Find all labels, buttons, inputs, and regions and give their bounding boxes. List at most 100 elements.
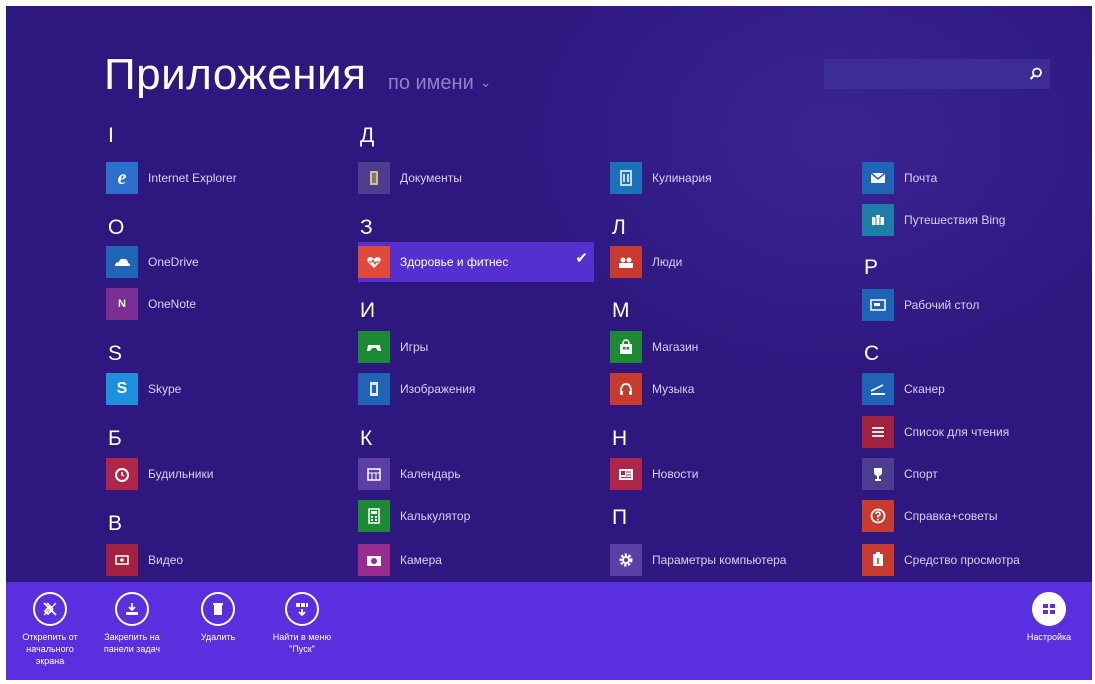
unpin-from-start-button[interactable]: Открепить от начального экрана [14,592,86,667]
group-letter[interactable]: Р [864,256,878,280]
health-fitness-icon [358,246,390,278]
photos-icon [358,373,390,405]
app-item[interactable]: Рабочий стол [862,285,1092,325]
reader-icon [862,544,894,576]
app-item[interactable]: Камера [358,540,594,580]
sort-by-dropdown[interactable]: по имени ⌄ [388,72,492,95]
group-letter[interactable]: З [360,216,373,240]
apps-screen: Приложения по имени ⌄ Ie Internet Explorer… [6,6,1092,680]
travel-icon [862,204,894,236]
pin-to-taskbar-label: Закрепить на панели задач [103,632,161,654]
group-letter[interactable]: S [108,342,122,366]
find-in-start-icon [285,592,319,626]
app-item[interactable]: Изображения [358,369,594,409]
settings-gear-icon [610,544,642,576]
uninstall-button[interactable]: Удалить [188,592,248,643]
sport-trophy-icon [862,458,894,490]
calendar-icon [358,458,390,490]
app-item[interactable]: Игры [358,327,594,367]
app-item[interactable]: S Skype [106,369,342,409]
unpin-icon [33,592,67,626]
app-item[interactable]: Новости [610,454,846,494]
search-input[interactable] [824,59,1030,89]
pin-to-taskbar-button[interactable]: Закрепить на панели задач [96,592,168,655]
app-item[interactable]: Список для чтения [862,412,1092,452]
app-item[interactable]: Почта [862,158,1092,198]
app-item[interactable]: Калькулятор [358,496,594,536]
app-item[interactable]: Путешествия Bing [862,200,1092,240]
app-name: Документы [400,171,462,185]
app-name: Изображения [400,382,476,396]
app-name: Список для чтения [904,425,1010,439]
app-name: Игры [400,340,429,354]
group-letter[interactable]: С [864,342,879,366]
app-item[interactable]: Спорт [862,454,1092,494]
app-name: OneNote [148,297,197,311]
group-letter[interactable]: М [612,299,630,323]
app-name: Рабочий стол [904,298,980,312]
app-name: Люди [652,255,683,269]
app-item[interactable]: Магазин [610,327,846,367]
app-item[interactable]: Сканер [862,369,1092,409]
find-in-start-button[interactable]: Найти в меню "Пуск" [262,592,342,655]
customize-icon [1032,592,1066,626]
video-icon [106,544,138,576]
trash-icon [201,592,235,626]
app-name: Средство просмотра [904,553,1020,567]
app-item[interactable]: Параметры компьютера [610,540,846,580]
calculator-icon [358,500,390,532]
group-letter[interactable]: В [108,512,122,536]
search-box[interactable] [824,59,1050,89]
app-item[interactable]: Здоровье и фитнес ✔ [358,242,594,282]
app-item[interactable]: Средство просмотра [862,540,1092,580]
search-icon[interactable] [1026,64,1046,84]
group-letter[interactable]: Б [108,427,122,451]
app-item[interactable]: Будильники [106,454,342,494]
app-item[interactable]: Музыка [610,369,846,409]
checkmark-icon: ✔ [575,250,588,267]
music-icon [610,373,642,405]
app-item[interactable]: Справка+советы [862,496,1092,536]
app-name: Skype [148,382,182,396]
group-letter[interactable]: И [360,299,375,323]
app-name: Музыка [652,382,695,396]
onenote-icon: N [106,288,138,320]
group-letter[interactable]: Л [612,216,626,240]
find-in-start-label: Найти в меню "Пуск" [272,632,332,654]
app-item[interactable]: e Internet Explorer [106,158,342,198]
group-letter[interactable]: I [108,124,114,148]
group-letter[interactable]: O [108,216,124,240]
app-name: Магазин [652,340,699,354]
skype-icon: S [106,373,138,405]
page-title: Приложения [104,50,367,99]
app-name: OneDrive [148,255,199,269]
app-item[interactable]: Видео [106,540,342,580]
app-item[interactable]: Документы [358,158,594,198]
group-letter[interactable]: К [360,427,372,451]
app-item[interactable]: Люди [610,242,846,282]
group-letter[interactable]: П [612,506,627,530]
app-bar: Открепить от начального экрана Закрепить… [6,582,1092,680]
app-item[interactable]: OneDrive [106,242,342,282]
app-item[interactable]: Календарь [358,454,594,494]
pin-taskbar-icon [115,592,149,626]
app-item[interactable]: Кулинария [610,158,846,198]
app-name: Календарь [400,467,461,481]
games-icon [358,331,390,363]
group-letter[interactable]: Н [612,427,627,451]
internet-explorer-icon: e [106,162,138,194]
app-name: Internet Explorer [148,171,237,185]
documents-icon [358,162,390,194]
app-name: Новости [652,467,699,481]
help-tips-icon [862,500,894,532]
unpin-from-start-label: Открепить от начального экрана [22,632,78,666]
scanner-icon [862,373,894,405]
camera-icon [358,544,390,576]
app-name: Путешествия Bing [904,213,1006,227]
app-item[interactable]: N OneNote [106,284,342,324]
group-letter[interactable]: Д [360,124,374,148]
app-name: Спорт [904,467,938,481]
uninstall-label: Удалить [200,632,236,642]
customize-label: Настройка [1026,632,1072,642]
customize-button[interactable]: Настройка [1016,592,1082,643]
